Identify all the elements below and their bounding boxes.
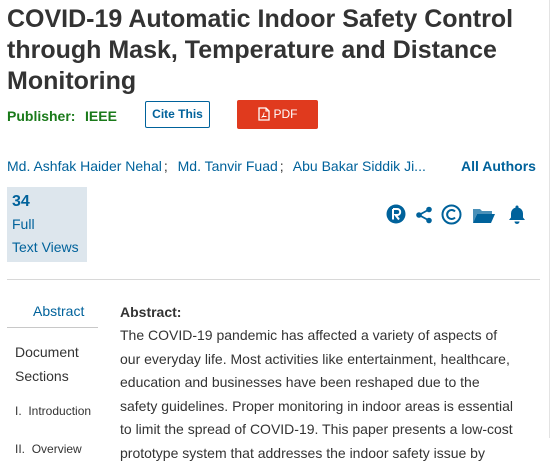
section-label: Overview xyxy=(31,442,82,456)
author-separator: ; xyxy=(279,158,284,174)
copyright-icon[interactable] xyxy=(441,204,462,230)
page-title: COVID-19 Automatic Indoor Safety Control… xyxy=(7,5,514,95)
views-count: 34 xyxy=(12,193,30,210)
author-separator: ; xyxy=(163,158,168,174)
author-link[interactable]: Abu Bakar Siddik Ji... xyxy=(293,158,426,174)
rights-icon[interactable] xyxy=(386,204,406,229)
publisher-name: IEEE xyxy=(85,108,117,124)
folder-icon[interactable] xyxy=(472,206,496,229)
publisher-label: Publisher: xyxy=(7,108,76,124)
sidebar-item-introduction[interactable]: I. Introduction xyxy=(15,404,91,418)
all-authors-link[interactable]: All Authors xyxy=(461,158,536,174)
author-link[interactable]: Md. Tanvir Fuad xyxy=(178,158,278,174)
cite-this-button[interactable]: Cite This xyxy=(145,101,210,128)
pdf-button[interactable]: PDF xyxy=(237,100,318,129)
section-number: I. xyxy=(15,404,22,418)
sidebar-item-overview[interactable]: II. Overview xyxy=(15,442,82,456)
bell-icon[interactable] xyxy=(507,204,527,230)
full-text-views-metric[interactable]: 34 Full Text Views xyxy=(7,187,87,262)
pdf-button-label: PDF xyxy=(273,107,298,121)
section-divider xyxy=(7,279,540,280)
views-label-line2: Text Views xyxy=(12,239,79,255)
pdf-file-icon xyxy=(257,107,270,121)
section-number: II. xyxy=(15,442,26,456)
sidebar-divider xyxy=(7,327,98,328)
abstract-heading: Abstract: xyxy=(120,304,182,320)
author-list: Md. Ashfak Haider Nehal; Md. Tanvir Fuad… xyxy=(7,158,426,174)
views-label-line1: Full xyxy=(12,216,35,232)
author-link[interactable]: Md. Ashfak Haider Nehal xyxy=(7,158,162,174)
sidebar-item-abstract[interactable]: Abstract xyxy=(33,303,84,319)
abstract-text: The COVID-19 pandemic has affected a var… xyxy=(120,327,513,461)
document-sections-heading: Document Sections xyxy=(15,344,79,384)
section-label: Introduction xyxy=(28,404,92,418)
share-icon[interactable] xyxy=(415,206,433,229)
